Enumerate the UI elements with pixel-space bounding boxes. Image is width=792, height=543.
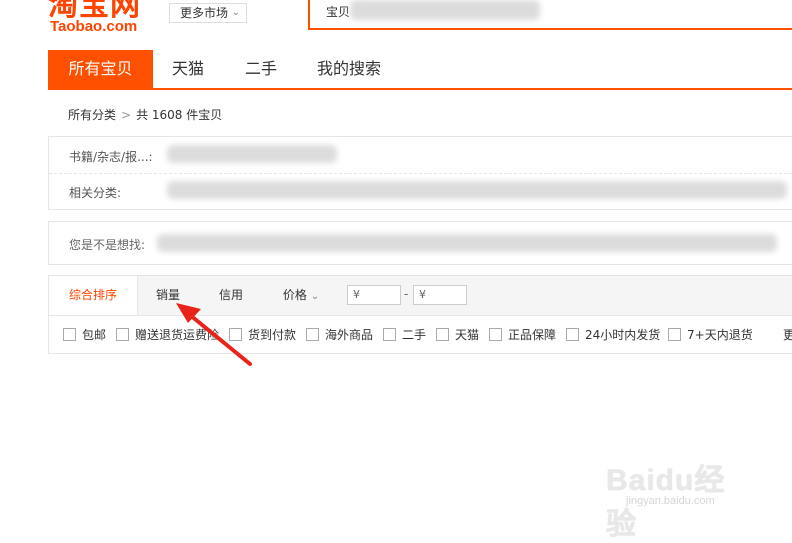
baidu-jingyan-watermark: Baidu经验 jingyan.baidu.com [606,455,756,541]
watermark-sub-text: jingyan.baidu.com [626,495,715,507]
annotation-arrow-icon [176,303,252,366]
